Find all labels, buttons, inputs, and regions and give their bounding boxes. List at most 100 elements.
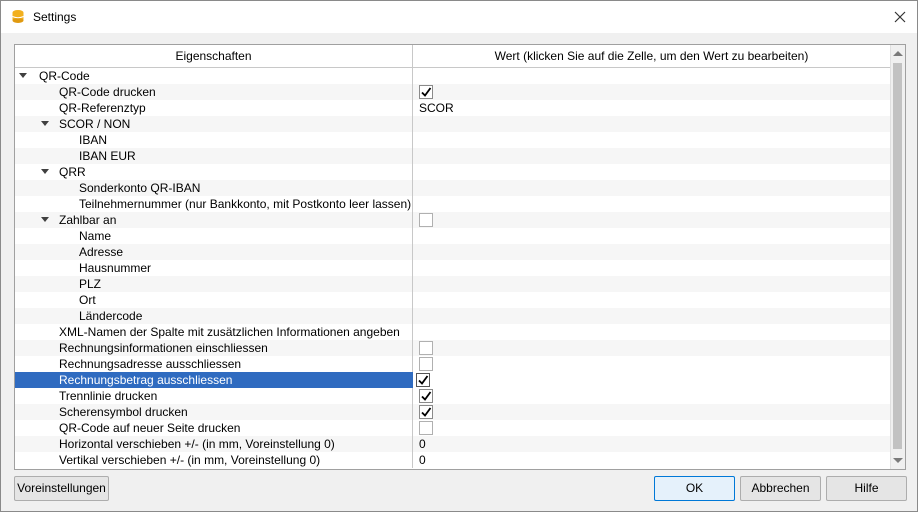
property-cell[interactable]: Rechnungsinformationen einschliessen (15, 340, 412, 356)
table-row[interactable]: IBAN (15, 132, 890, 148)
properties-grid[interactable]: Eigenschaften Wert (klicken Sie auf die … (14, 44, 906, 470)
help-button[interactable]: Hilfe (826, 476, 907, 501)
table-row[interactable]: QRR (15, 164, 890, 180)
value-cell[interactable] (416, 180, 886, 196)
scroll-thumb[interactable] (893, 63, 902, 449)
value-cell[interactable] (416, 324, 886, 340)
table-row[interactable]: Adresse (15, 244, 890, 260)
header-value[interactable]: Wert (klicken Sie auf die Zelle, um den … (413, 45, 890, 67)
ok-button[interactable]: OK (654, 476, 735, 501)
value-cell[interactable] (416, 260, 886, 276)
property-cell[interactable]: XML-Namen der Spalte mit zusätzlichen In… (15, 324, 412, 340)
table-row[interactable]: Vertikal verschieben +/- (in mm, Voreins… (15, 452, 890, 468)
value-cell[interactable] (416, 308, 886, 324)
table-row[interactable]: Zahlbar an (15, 212, 890, 228)
value-cell[interactable] (416, 228, 886, 244)
table-row[interactable]: Hausnummer (15, 260, 890, 276)
property-cell[interactable]: QR-Code (15, 68, 412, 84)
table-row[interactable]: Rechnungsbetrag ausschliessen (15, 372, 890, 388)
property-cell[interactable]: Rechnungsbetrag ausschliessen (15, 372, 412, 388)
table-row[interactable]: Ort (15, 292, 890, 308)
defaults-button[interactable]: Voreinstellungen (14, 476, 109, 501)
table-row[interactable]: QR-Code auf neuer Seite drucken (15, 420, 890, 436)
property-cell[interactable]: Trennlinie drucken (15, 388, 412, 404)
expand-triangle-icon[interactable] (41, 217, 49, 222)
property-cell[interactable]: IBAN (15, 132, 412, 148)
value-cell[interactable]: 0 (416, 436, 886, 452)
property-cell[interactable]: QR-Code auf neuer Seite drucken (15, 420, 412, 436)
value-cell[interactable] (416, 132, 886, 148)
value-cell[interactable] (416, 356, 886, 372)
value-cell[interactable] (416, 164, 886, 180)
table-row[interactable]: QR-Code drucken (15, 84, 890, 100)
property-cell[interactable]: PLZ (15, 276, 412, 292)
table-row[interactable]: IBAN EUR (15, 148, 890, 164)
value-cell[interactable] (416, 148, 886, 164)
property-cell[interactable]: SCOR / NON (15, 116, 412, 132)
property-label: QR-Code auf neuer Seite drucken (59, 421, 241, 435)
value-cell[interactable] (416, 404, 886, 420)
value-cell[interactable] (416, 212, 886, 228)
value-checkbox[interactable] (419, 357, 433, 371)
value-cell[interactable] (416, 68, 886, 84)
table-row[interactable]: Scherensymbol drucken (15, 404, 890, 420)
value-checkbox[interactable] (419, 421, 433, 435)
property-cell[interactable]: QR-Referenztyp (15, 100, 412, 116)
value-cell[interactable] (416, 340, 886, 356)
property-cell[interactable]: Teilnehmernummer (nur Bankkonto, mit Pos… (15, 196, 412, 212)
table-row[interactable]: Sonderkonto QR-IBAN (15, 180, 890, 196)
expand-triangle-icon[interactable] (41, 121, 49, 126)
value-checkbox[interactable] (419, 341, 433, 355)
close-button[interactable] (883, 1, 917, 33)
value-cell[interactable] (416, 388, 886, 404)
table-row[interactable]: PLZ (15, 276, 890, 292)
value-checkbox[interactable] (419, 213, 433, 227)
table-row[interactable]: Teilnehmernummer (nur Bankkonto, mit Pos… (15, 196, 890, 212)
property-cell[interactable]: IBAN EUR (15, 148, 412, 164)
value-cell[interactable] (413, 372, 890, 388)
value-checkbox[interactable] (419, 405, 433, 419)
value-checkbox[interactable] (419, 389, 433, 403)
table-row[interactable]: SCOR / NON (15, 116, 890, 132)
value-checkbox[interactable] (416, 373, 430, 387)
expand-triangle-icon[interactable] (41, 169, 49, 174)
property-cell[interactable]: Rechnungsadresse ausschliessen (15, 356, 412, 372)
property-cell[interactable]: Horizontal verschieben +/- (in mm, Vorei… (15, 436, 412, 452)
value-cell[interactable] (416, 116, 886, 132)
table-row[interactable]: QR-Referenztyp SCOR (15, 100, 890, 116)
value-cell[interactable] (416, 244, 886, 260)
cancel-button[interactable]: Abbrechen (740, 476, 821, 501)
property-cell[interactable]: Name (15, 228, 412, 244)
table-row[interactable]: Name (15, 228, 890, 244)
property-cell[interactable]: Ländercode (15, 308, 412, 324)
value-cell[interactable]: 0 (416, 452, 886, 468)
property-cell[interactable]: Vertikal verschieben +/- (in mm, Voreins… (15, 452, 412, 468)
scroll-up-icon[interactable] (893, 51, 903, 56)
value-cell[interactable] (416, 84, 886, 100)
value-cell[interactable] (416, 196, 886, 212)
property-cell[interactable]: Adresse (15, 244, 412, 260)
table-row[interactable]: Rechnungsinformationen einschliessen (15, 340, 890, 356)
value-cell[interactable] (416, 276, 886, 292)
property-cell[interactable]: Zahlbar an (15, 212, 412, 228)
value-checkbox[interactable] (419, 85, 433, 99)
value-cell[interactable] (416, 292, 886, 308)
property-cell[interactable]: Ort (15, 292, 412, 308)
value-cell[interactable] (416, 420, 886, 436)
header-properties[interactable]: Eigenschaften (15, 45, 413, 67)
table-row[interactable]: Trennlinie drucken (15, 388, 890, 404)
property-cell[interactable]: QR-Code drucken (15, 84, 412, 100)
table-row[interactable]: Ländercode (15, 308, 890, 324)
table-row[interactable]: Rechnungsadresse ausschliessen (15, 356, 890, 372)
property-cell[interactable]: Sonderkonto QR-IBAN (15, 180, 412, 196)
vertical-scrollbar[interactable] (890, 45, 905, 469)
property-cell[interactable]: QRR (15, 164, 412, 180)
table-row[interactable]: Horizontal verschieben +/- (in mm, Vorei… (15, 436, 890, 452)
table-row[interactable]: QR-Code (15, 68, 890, 84)
scroll-down-icon[interactable] (893, 458, 903, 463)
table-row[interactable]: XML-Namen der Spalte mit zusätzlichen In… (15, 324, 890, 340)
property-cell[interactable]: Scherensymbol drucken (15, 404, 412, 420)
property-cell[interactable]: Hausnummer (15, 260, 412, 276)
value-cell[interactable]: SCOR (416, 100, 886, 116)
expand-triangle-icon[interactable] (19, 73, 27, 78)
